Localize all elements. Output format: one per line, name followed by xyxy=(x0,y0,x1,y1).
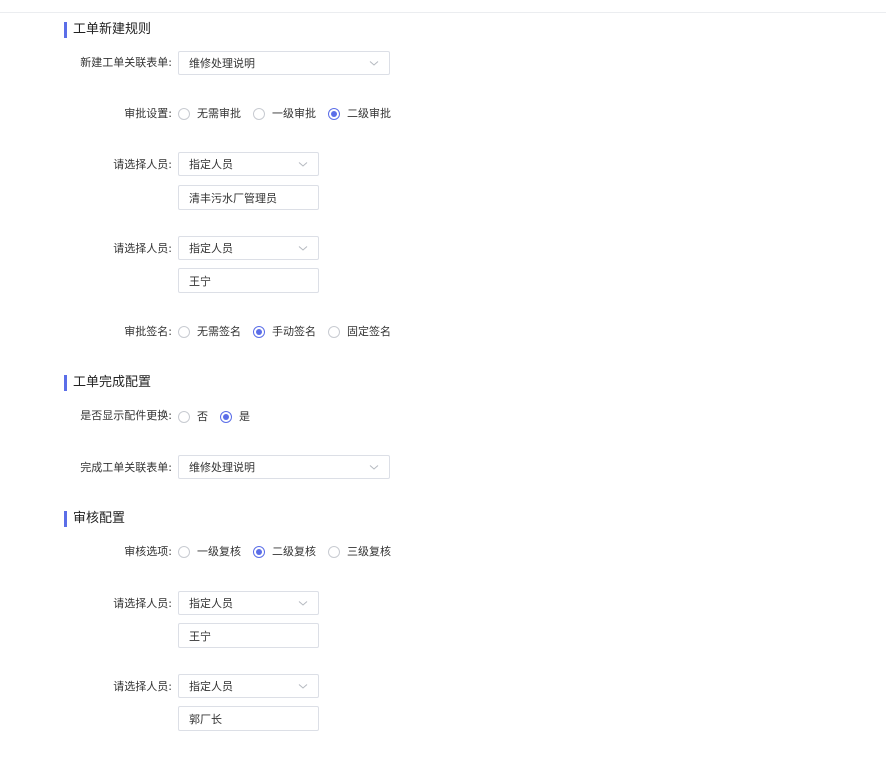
radio-circle xyxy=(220,411,232,423)
reviewer2-type-select[interactable]: 指定人员 xyxy=(178,674,319,698)
new-form-select-value: 维修处理说明 xyxy=(189,57,255,70)
parts-replace-label: 是否显示配件更换: xyxy=(80,409,172,422)
complete-form-select[interactable]: 维修处理说明 xyxy=(178,455,390,479)
signature-radio-option[interactable]: 固定签名 xyxy=(328,325,391,339)
section-accent-bar xyxy=(64,375,67,391)
chevron-down-icon xyxy=(298,601,308,606)
approver1-input-value: 清丰污水厂管理员 xyxy=(189,191,277,205)
reviewer1-input[interactable]: 王宁 xyxy=(178,623,319,648)
parts-radio-option[interactable]: 是 xyxy=(220,410,250,424)
chevron-down-icon xyxy=(369,61,379,66)
approval-radio-group: 无需审批 一级审批 二级审批 xyxy=(178,107,403,121)
reviewer2-input-value: 郭厂长 xyxy=(189,712,222,726)
radio-circle xyxy=(253,108,265,120)
section-accent-bar xyxy=(64,22,67,38)
reviewer1-input-value: 王宁 xyxy=(189,629,211,643)
reviewer2-type-value: 指定人员 xyxy=(189,680,233,693)
review-radio-option[interactable]: 一级复核 xyxy=(178,545,241,559)
radio-circle xyxy=(178,411,190,423)
radio-label: 三级复核 xyxy=(347,545,391,558)
chevron-down-icon xyxy=(298,246,308,251)
new-form-select[interactable]: 维修处理说明 xyxy=(178,51,390,75)
radio-label: 否 xyxy=(197,410,208,423)
section-title-review: 审核配置 xyxy=(64,511,125,527)
section-title-text: 工单完成配置 xyxy=(73,375,152,390)
section-title-text: 工单新建规则 xyxy=(73,22,152,37)
approver2-label: 请选择人员: xyxy=(113,242,172,255)
chevron-down-icon xyxy=(298,162,308,167)
radio-circle xyxy=(328,326,340,338)
radio-label: 手动签名 xyxy=(272,325,316,338)
complete-form-select-value: 维修处理说明 xyxy=(189,461,255,474)
new-form-label: 新建工单关联表单: xyxy=(80,56,172,69)
signature-radio-option[interactable]: 手动签名 xyxy=(253,325,316,339)
radio-circle xyxy=(253,546,265,558)
section-title-new-rules: 工单新建规则 xyxy=(64,22,151,38)
review-radio-option[interactable]: 二级复核 xyxy=(253,545,316,559)
reviewer1-label: 请选择人员: xyxy=(113,597,172,610)
radio-label: 固定签名 xyxy=(347,325,391,338)
radio-label: 一级审批 xyxy=(272,107,316,120)
approver2-input[interactable]: 王宁 xyxy=(178,268,319,293)
signature-radio-option[interactable]: 无需签名 xyxy=(178,325,241,339)
parts-radio-group: 否 是 xyxy=(178,410,262,424)
chevron-down-icon xyxy=(369,465,379,470)
approval-setting-label: 审批设置: xyxy=(124,107,172,120)
reviewer2-input[interactable]: 郭厂长 xyxy=(178,706,319,731)
reviewer1-type-select[interactable]: 指定人员 xyxy=(178,591,319,615)
radio-label: 二级复核 xyxy=(272,545,316,558)
section-accent-bar xyxy=(64,511,67,527)
chevron-down-icon xyxy=(298,684,308,689)
review-radio-option[interactable]: 三级复核 xyxy=(328,545,391,559)
approver1-type-select[interactable]: 指定人员 xyxy=(178,152,319,176)
radio-label: 是 xyxy=(239,410,250,423)
radio-label: 一级复核 xyxy=(197,545,241,558)
approval-radio-option[interactable]: 无需审批 xyxy=(178,107,241,121)
signature-radio-group: 无需签名 手动签名 固定签名 xyxy=(178,325,403,339)
radio-label: 无需审批 xyxy=(197,107,241,120)
parts-radio-option[interactable]: 否 xyxy=(178,410,208,424)
radio-circle xyxy=(328,108,340,120)
approver2-type-select[interactable]: 指定人员 xyxy=(178,236,319,260)
radio-circle xyxy=(328,546,340,558)
review-radio-group: 一级复核 二级复核 三级复核 xyxy=(178,545,403,559)
radio-circle xyxy=(178,108,190,120)
radio-circle xyxy=(178,546,190,558)
approver2-type-value: 指定人员 xyxy=(189,242,233,255)
section-title-completion: 工单完成配置 xyxy=(64,375,151,391)
approver1-input[interactable]: 清丰污水厂管理员 xyxy=(178,185,319,210)
section-title-text: 审核配置 xyxy=(73,511,126,526)
complete-form-label: 完成工单关联表单: xyxy=(80,461,172,474)
reviewer1-type-value: 指定人员 xyxy=(189,597,233,610)
radio-label: 二级审批 xyxy=(347,107,391,120)
approver2-input-value: 王宁 xyxy=(189,274,211,288)
radio-circle xyxy=(253,326,265,338)
approval-radio-option[interactable]: 一级审批 xyxy=(253,107,316,121)
approver1-type-value: 指定人员 xyxy=(189,158,233,171)
approver1-label: 请选择人员: xyxy=(113,158,172,171)
reviewer2-label: 请选择人员: xyxy=(113,680,172,693)
top-divider xyxy=(0,12,886,13)
review-options-label: 审核选项: xyxy=(124,545,172,558)
signature-label: 审批签名: xyxy=(124,325,172,338)
radio-circle xyxy=(178,326,190,338)
radio-label: 无需签名 xyxy=(197,325,241,338)
approval-radio-option[interactable]: 二级审批 xyxy=(328,107,391,121)
